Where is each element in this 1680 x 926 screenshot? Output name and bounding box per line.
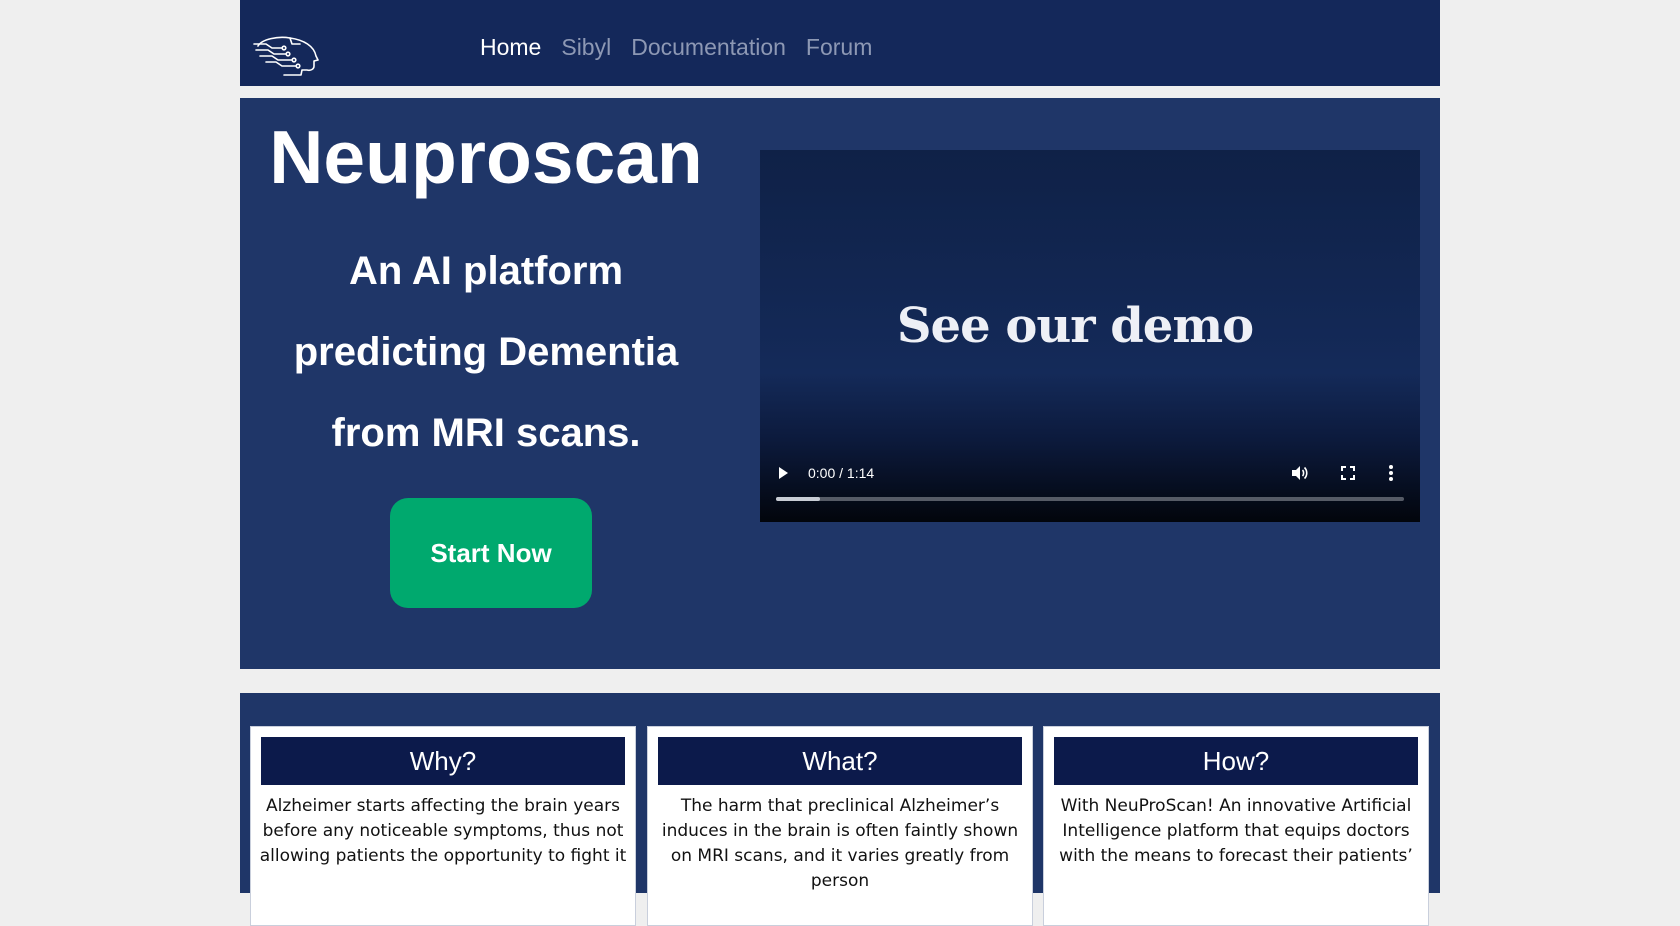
nav-link-sibyl[interactable]: Sibyl xyxy=(561,34,611,61)
hero-title: Neuproscan xyxy=(269,115,703,199)
feature-card-why: Why? Alzheimer starts affecting the brai… xyxy=(250,726,636,926)
hero-section: Neuproscan An AI platform predicting Dem… xyxy=(240,98,1440,669)
features-section: Why? Alzheimer starts affecting the brai… xyxy=(240,693,1440,926)
feature-card-text: The harm that preclinical Alzheimer’s in… xyxy=(661,796,1019,891)
nav-link-documentation[interactable]: Documentation xyxy=(631,34,786,61)
feature-card-text: Alzheimer starts affecting the brain yea… xyxy=(259,796,627,866)
volume-icon[interactable] xyxy=(1290,464,1308,482)
fullscreen-icon[interactable] xyxy=(1340,465,1356,481)
feature-card-how: How? With NeuProScan! An innovative Arti… xyxy=(1043,726,1429,926)
play-icon[interactable] xyxy=(776,466,790,480)
feature-card-heading: Why? xyxy=(261,737,625,785)
feature-card-text: With NeuProScan! An innovative Artificia… xyxy=(1059,796,1413,866)
video-title-overlay: See our demo xyxy=(896,298,1254,354)
more-options-icon[interactable] xyxy=(1388,464,1394,482)
hero-subtitle: An AI platform predicting Dementia from … xyxy=(240,231,732,474)
feature-card-heading: How? xyxy=(1054,737,1418,785)
brain-circuit-head-icon[interactable] xyxy=(252,36,322,76)
nav-link-forum[interactable]: Forum xyxy=(806,34,872,61)
start-now-button[interactable]: Start Now xyxy=(390,498,592,608)
demo-video-player[interactable]: See our demo 0:00 / 1:14 xyxy=(760,150,1420,522)
top-navbar: Home Sibyl Documentation Forum xyxy=(240,0,1440,86)
hero-subtitle-line: from MRI scans. xyxy=(331,411,641,455)
hero-subtitle-line: An AI platform xyxy=(348,249,624,293)
video-progress-fill xyxy=(776,497,820,501)
nav-menu: Home Sibyl Documentation Forum xyxy=(480,34,872,61)
nav-link-home[interactable]: Home xyxy=(480,34,541,61)
video-progress-bar[interactable] xyxy=(776,497,1404,501)
video-time: 0:00 / 1:14 xyxy=(808,465,875,481)
feature-card-what: What? The harm that preclinical Alzheime… xyxy=(647,726,1033,926)
feature-card-heading: What? xyxy=(658,737,1022,785)
hero-subtitle-line: predicting Dementia xyxy=(293,330,679,374)
